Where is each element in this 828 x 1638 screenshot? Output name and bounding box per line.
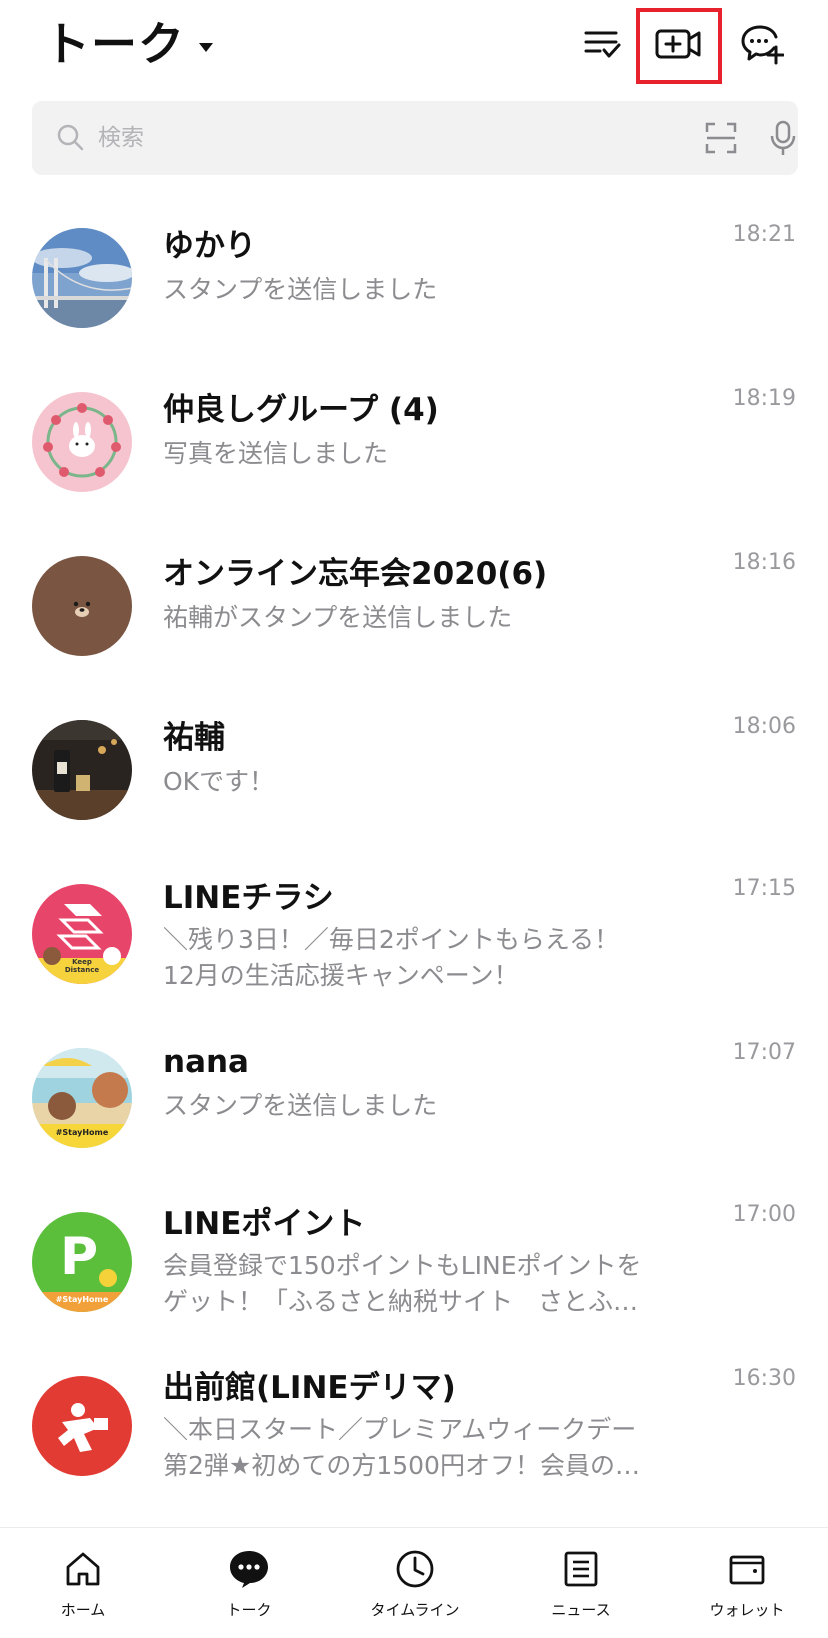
chat-last-message: 祐輔がスタンプを送信しました (163, 603, 513, 632)
chat-bubble-icon (228, 1548, 270, 1590)
chat-name: オンライン忘年会2020(6) (163, 556, 548, 592)
chat-last-message: OKです！ (163, 767, 275, 796)
chat-row[interactable]: P #StayHome LINEポイント 17:00 会員登録で150ポイントも… (0, 1202, 828, 1376)
tab-label: ウォレット (709, 1601, 785, 1619)
avatar-bar-photo (32, 720, 132, 820)
qr-scan-icon[interactable] (704, 121, 738, 159)
home-icon (62, 1548, 104, 1590)
avatar-brown-bear (32, 556, 132, 656)
microphone-icon[interactable] (768, 119, 798, 161)
chat-row[interactable]: 仲良しグループ (4) 18:19 写真を送信しました (0, 386, 828, 556)
chat-name: 祐輔 (163, 720, 225, 756)
chat-last-message-line2: 第2弾★初めての方1500円オフ！会員の… (163, 1451, 640, 1480)
chat-row[interactable]: 祐輔 18:06 OKです！ (0, 714, 828, 884)
chat-last-message: スタンプを送信しました (163, 275, 438, 304)
chat-last-message-line2: ゲット！「ふるさと納税サイト さとふ… (163, 1287, 639, 1316)
header: トーク (0, 0, 828, 90)
tab-wallet[interactable]: ウォレット (664, 1528, 828, 1638)
avatar-caption: Keep Distance (64, 958, 100, 974)
chat-time: 17:07 (732, 1040, 796, 1065)
sort-list-icon[interactable] (576, 18, 628, 70)
chat-last-message: ＼本日スタート／プレミアムウィークデー (163, 1415, 637, 1444)
tab-label: ホーム (60, 1601, 106, 1619)
chat-time: 18:06 (732, 714, 796, 739)
chat-last-message: スタンプを送信しました (163, 1091, 438, 1120)
chat-time: 18:19 (732, 386, 796, 411)
chat-row[interactable]: Keep Distance LINEチラシ 17:15 ＼残り3日！／毎日2ポイ… (0, 876, 828, 1048)
title-dropdown[interactable]: トーク (44, 14, 213, 74)
chat-name: 出前館(LINEデリマ) (163, 1370, 456, 1406)
chat-last-message-line2: 12月の生活応援キャンペーン！ (163, 961, 519, 990)
chat-last-message: ＼残り3日！／毎日2ポイントもらえる！ (163, 925, 620, 954)
tab-home[interactable]: ホーム (0, 1528, 166, 1638)
point-letter: P (59, 1227, 99, 1287)
avatar-line-point: P #StayHome (32, 1212, 132, 1312)
tab-timeline[interactable]: タイムライン (332, 1528, 498, 1638)
news-icon (560, 1548, 602, 1590)
chat-name: nana (163, 1044, 249, 1080)
avatar-bridge-photo (32, 228, 132, 328)
chat-name: LINEチラシ (163, 880, 334, 916)
search-placeholder: 検索 (98, 125, 144, 151)
chat-last-message: 会員登録で150ポイントもLINEポイントを (163, 1251, 642, 1280)
avatar-demaekan (32, 1376, 132, 1476)
chat-row[interactable]: ゆかり 18:21 スタンプを送信しました (0, 222, 828, 392)
chat-last-message: 写真を送信しました (163, 439, 389, 468)
chat-name: ゆかり (163, 228, 256, 264)
chat-time: 17:15 (732, 876, 796, 901)
tab-label: タイムライン (370, 1601, 460, 1619)
avatar-flower-wreath (32, 392, 132, 492)
chat-time: 16:30 (732, 1366, 796, 1391)
avatar-line-flyer: Keep Distance (32, 884, 132, 984)
wallet-icon (726, 1548, 768, 1590)
caret-down-icon (199, 42, 213, 52)
avatar-caption: #StayHome (55, 1128, 109, 1137)
avatar-caption: #StayHome (55, 1295, 109, 1304)
chat-time: 18:16 (732, 550, 796, 575)
search-bar[interactable]: 検索 (32, 101, 798, 175)
tab-label: ニュース (551, 1601, 611, 1619)
chat-name: 仲良しグループ (4) (163, 392, 439, 428)
chat-time: 18:21 (732, 222, 796, 247)
search-icon (56, 123, 86, 157)
chat-time: 17:00 (732, 1202, 796, 1227)
chat-name: LINEポイント (163, 1206, 366, 1242)
video-call-add-icon[interactable] (652, 18, 704, 70)
chat-row[interactable]: #StayHome nana 17:07 スタンプを送信しました (0, 1040, 828, 1212)
tab-label: トーク (226, 1601, 272, 1619)
new-chat-icon[interactable] (736, 18, 788, 70)
avatar-stayhome-beach: #StayHome (32, 1048, 132, 1148)
chat-row[interactable]: 出前館(LINEデリマ) 16:30 ＼本日スタート／プレミアムウィークデー 第… (0, 1366, 828, 1540)
bottom-tab-bar: ホーム トーク タイムライン ニュース ウォレット (0, 1527, 828, 1638)
clock-icon (394, 1548, 436, 1590)
tab-talk[interactable]: トーク (166, 1528, 332, 1638)
page-title: トーク (44, 17, 185, 71)
tab-news[interactable]: ニュース (498, 1528, 664, 1638)
chat-row[interactable]: オンライン忘年会2020(6) 18:16 祐輔がスタンプを送信しました (0, 550, 828, 720)
